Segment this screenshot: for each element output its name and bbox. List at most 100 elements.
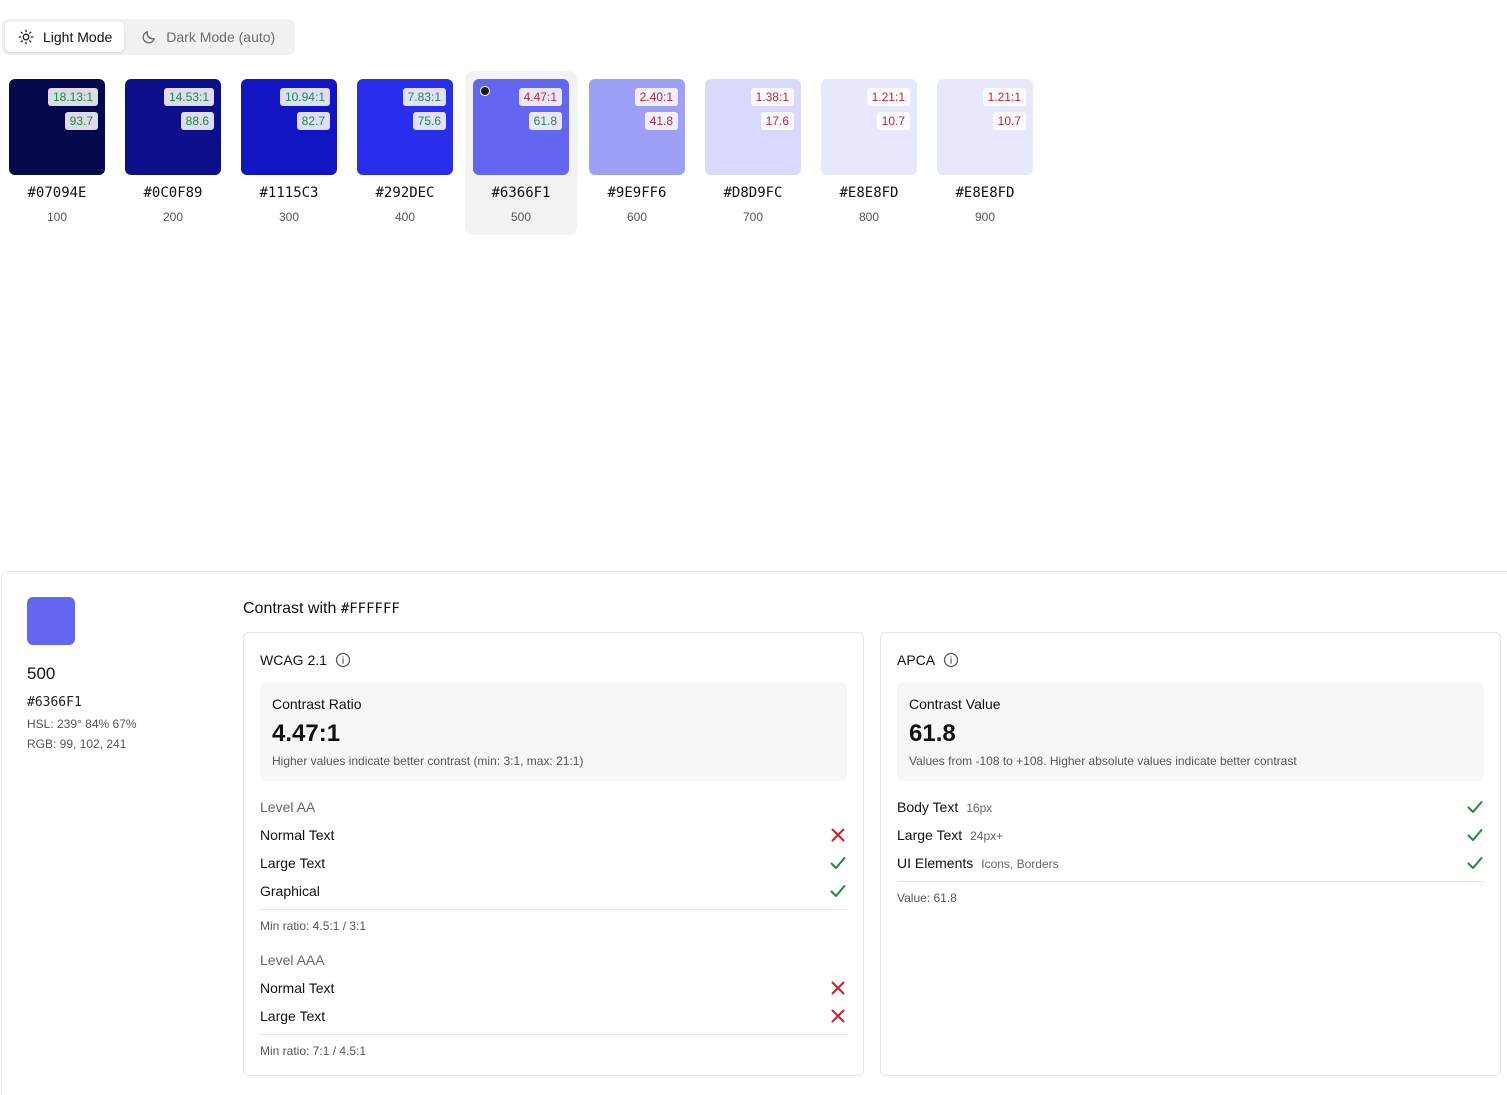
selected-hex: #6366F1 [27, 695, 82, 710]
wcag-aaa-row-label-group: Large Text [260, 1008, 325, 1024]
swatch-100[interactable]: 18.13:1 93.7 #07094E 100 [1, 71, 113, 235]
wcag-aa-row: Normal Text [260, 824, 847, 846]
apca-row-label: Large Text [897, 827, 963, 843]
wcag-ratio-badge: 18.13:1 [47, 88, 98, 106]
wcag-aa-row-label: Normal Text [260, 827, 335, 843]
apca-score-badge: 41.8 [644, 112, 678, 130]
swatch-300[interactable]: 10.94:1 82.7 #1115C3 300 [233, 71, 345, 235]
apca-description: Values from -108 to +108. Higher absolut… [909, 754, 1297, 768]
apca-title-text: APCA [897, 652, 936, 668]
wcag-ratio-badge: 1.38:1 [750, 88, 794, 106]
wcag-ratio-badge: 14.53:1 [163, 88, 214, 106]
wcag-aa-row-label-group: Graphical [260, 883, 320, 899]
swatch-step: 700 [742, 210, 764, 224]
swatch-color-chip[interactable]: 18.13:1 93.7 [9, 79, 105, 175]
swatch-900[interactable]: 1.21:1 10.7 #E8E8FD 900 [929, 71, 1041, 235]
cross-icon [829, 826, 847, 844]
wcag-aaa-row: Normal Text [260, 977, 847, 999]
check-icon [829, 882, 847, 900]
contrast-ratio-value: 4.47:1 [272, 720, 341, 747]
dark-mode-label: Dark Mode (auto) [166, 29, 276, 45]
swatch-hex: #9E9FF6 [607, 185, 667, 201]
apca-row: Large Text 24px+ [897, 824, 1484, 846]
detail-panel: 500 #6366F1 HSL: 239° 84% 67% RGB: 99, 1… [1, 571, 1507, 1095]
sun-icon [18, 29, 34, 45]
wcag-ratio-badge: 1.21:1 [866, 88, 910, 106]
swatch-color-chip[interactable]: 1.21:1 10.7 [821, 79, 917, 175]
swatch-step: 600 [626, 210, 648, 224]
check-icon [1466, 826, 1484, 844]
color-preview [27, 597, 75, 645]
wcag-ratio-badge: 4.47:1 [518, 88, 562, 106]
info-icon[interactable] [335, 652, 351, 668]
info-icon[interactable] [943, 652, 959, 668]
light-mode-button[interactable]: Light Mode [5, 22, 125, 52]
apca-row-label-group: UI Elements Icons, Borders [897, 855, 1059, 871]
swatch-800[interactable]: 1.21:1 10.7 #E8E8FD 800 [813, 71, 925, 235]
swatch-400[interactable]: 7.83:1 75.6 #292DEC 400 [349, 71, 461, 235]
swatch-hex: #292DEC [375, 185, 435, 201]
swatch-hex: #E8E8FD [955, 185, 1015, 201]
apca-score-badge: 10.7 [992, 112, 1026, 130]
wcag-title-text: WCAG 2.1 [260, 652, 327, 668]
wcag-aa-row-label: Graphical [260, 883, 320, 899]
apca-row-sublabel: Icons, Borders [981, 857, 1059, 871]
wcag-ratio-badge: 1.21:1 [982, 88, 1026, 106]
apca-score-badge: 17.6 [760, 112, 794, 130]
apca-row-sublabel: 24px+ [970, 829, 1004, 843]
apca-score-badge: 10.7 [876, 112, 910, 130]
wcag-aaa-row: Large Text [260, 1005, 847, 1027]
check-icon [1466, 854, 1484, 872]
apca-title: APCA [897, 652, 959, 668]
aa-min-ratio: Min ratio: 4.5:1 / 3:1 [260, 919, 367, 933]
rgb-value: RGB: 99, 102, 241 [27, 737, 127, 751]
apca-value-label: Contrast Value [909, 696, 1001, 712]
swatch-color-chip[interactable]: 10.94:1 82.7 [241, 79, 337, 175]
swatch-step: 300 [278, 210, 300, 224]
wcag-aa-row-label-group: Large Text [260, 855, 325, 871]
swatch-step: 900 [974, 210, 996, 224]
apca-row-label-group: Body Text 16px [897, 799, 992, 815]
swatch-step: 200 [162, 210, 184, 224]
wcag-aa-row-label-group: Normal Text [260, 827, 334, 843]
cross-icon [829, 979, 847, 997]
selected-indicator-dot [480, 86, 490, 96]
swatch-step: 100 [46, 210, 68, 224]
apca-value-box: Contrast Value 61.8 Values from -108 to … [897, 682, 1484, 781]
swatch-color-chip[interactable]: 4.47:1 61.8 [473, 79, 569, 175]
apca-score-badge: 61.8 [528, 112, 562, 130]
dark-mode-button[interactable]: Dark Mode (auto) [128, 22, 287, 52]
swatch-hex: #D8D9FC [723, 185, 783, 201]
apca-card: APCA Contrast Value 61.8 Values from -10… [880, 632, 1501, 1076]
apca-row: UI Elements Icons, Borders [897, 852, 1484, 874]
contrast-against: #FFFFFF [340, 601, 400, 617]
wcag-aaa-row-label: Normal Text [260, 980, 335, 996]
swatch-color-chip[interactable]: 14.53:1 88.6 [125, 79, 221, 175]
swatch-color-chip[interactable]: 1.21:1 10.7 [937, 79, 1033, 175]
swatch-hex: #6366F1 [491, 185, 551, 201]
apca-value-footer: Value: 61.8 [897, 891, 957, 905]
check-icon [1466, 798, 1484, 816]
apca-score-badge: 88.6 [180, 112, 214, 130]
swatch-600[interactable]: 2.40:1 41.8 #9E9FF6 600 [581, 71, 693, 235]
cross-icon [829, 1007, 847, 1025]
wcag-card: WCAG 2.1 Contrast Ratio 4.47:1 Higher va… [243, 632, 864, 1076]
swatch-hex: #1115C3 [259, 185, 319, 201]
wcag-aa-row-label: Large Text [260, 855, 326, 871]
apca-row: Body Text 16px [897, 796, 1484, 818]
swatch-color-chip[interactable]: 1.38:1 17.6 [705, 79, 801, 175]
wcag-aa-row: Graphical [260, 880, 847, 902]
level-aaa-heading: Level AAA [260, 952, 325, 968]
swatch-500[interactable]: 4.47:1 61.8 #6366F1 500 [465, 71, 577, 235]
moon-icon [141, 29, 157, 45]
contrast-ratio-box: Contrast Ratio 4.47:1 Higher values indi… [260, 682, 847, 781]
swatch-700[interactable]: 1.38:1 17.6 #D8D9FC 700 [697, 71, 809, 235]
swatch-200[interactable]: 14.53:1 88.6 #0C0F89 200 [117, 71, 229, 235]
check-icon [829, 854, 847, 872]
light-mode-label: Light Mode [43, 29, 113, 45]
swatch-hex: #E8E8FD [839, 185, 899, 201]
mode-toggle: Light Mode Dark Mode (auto) [2, 19, 295, 55]
swatch-color-chip[interactable]: 7.83:1 75.6 [357, 79, 453, 175]
swatch-step: 800 [858, 210, 880, 224]
swatch-color-chip[interactable]: 2.40:1 41.8 [589, 79, 685, 175]
